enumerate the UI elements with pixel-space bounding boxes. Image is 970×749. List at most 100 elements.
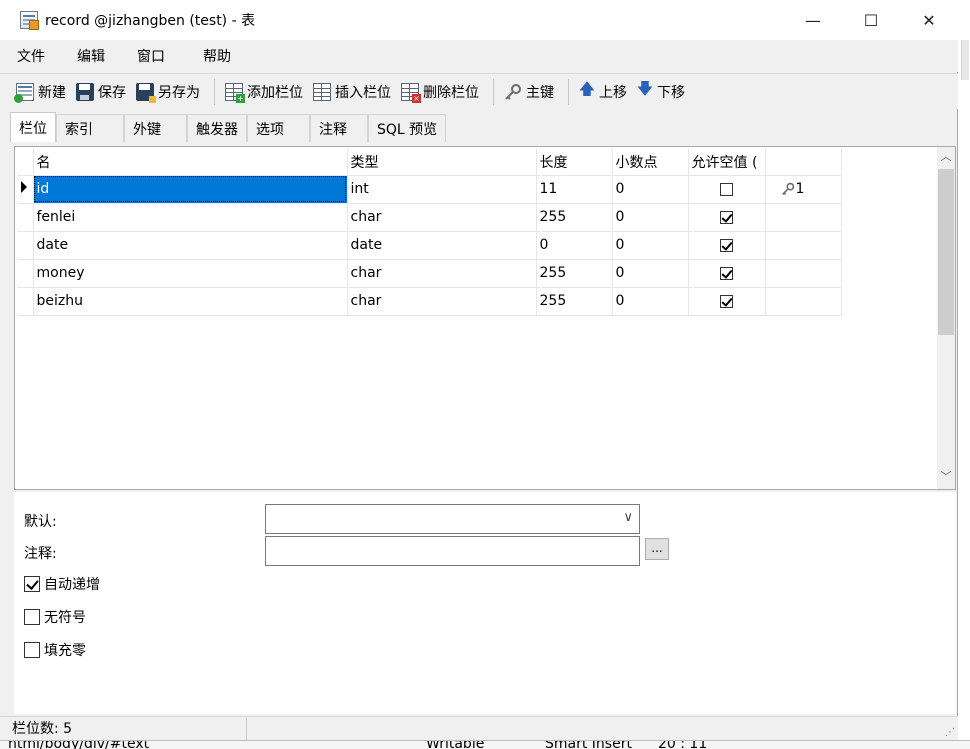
field-type-cell[interactable]: char: [347, 287, 537, 316]
field-type-cell[interactable]: char: [347, 203, 537, 232]
field-nullable-cell[interactable]: [688, 287, 766, 316]
tab-foreign-keys[interactable]: 外键: [124, 114, 187, 142]
minimize-button[interactable]: —: [784, 0, 842, 40]
field-length-cell[interactable]: 0: [536, 231, 613, 260]
default-value-select[interactable]: ∨: [265, 504, 640, 534]
chevron-down-icon: ∨: [623, 510, 633, 525]
row-selector[interactable]: [17, 175, 34, 204]
field-length-cell[interactable]: 255: [536, 287, 613, 316]
menu-window[interactable]: 窗口: [137, 46, 165, 66]
field-nullable-cell[interactable]: [688, 259, 766, 288]
column-header-length[interactable]: 长度: [536, 149, 613, 176]
table-row[interactable]: date date 0 0: [17, 231, 842, 260]
field-decimals-cell[interactable]: 0: [612, 203, 689, 232]
table-row[interactable]: beizhu char 255 0: [17, 287, 842, 316]
move-up-button[interactable]: 🡅 上移: [579, 77, 627, 107]
field-key-cell[interactable]: [765, 203, 842, 232]
column-header-name[interactable]: 名: [33, 149, 348, 176]
field-length-cell[interactable]: 255: [536, 259, 613, 288]
delete-column-icon: ×: [401, 82, 421, 103]
nullable-checkbox[interactable]: [720, 294, 733, 308]
unsigned-checkbox[interactable]: 无符号: [24, 607, 86, 627]
table-header-row: 名 类型 长度 小数点 允许空值 (: [17, 149, 842, 176]
new-button[interactable]: 新建: [14, 77, 66, 107]
row-selector[interactable]: [17, 287, 34, 316]
field-decimals-cell[interactable]: 0: [612, 175, 689, 204]
field-name-cell[interactable]: date: [33, 231, 348, 260]
tab-fields[interactable]: 栏位: [10, 112, 56, 142]
checkbox-box[interactable]: [24, 642, 40, 658]
field-nullable-cell[interactable]: [688, 175, 766, 204]
window-title: record @jizhangben (test) - 表: [45, 13, 256, 29]
field-key-cell[interactable]: [765, 231, 842, 260]
field-decimals-cell[interactable]: 0: [612, 231, 689, 260]
close-button[interactable]: ✕: [900, 0, 958, 40]
delete-column-button[interactable]: × 删除栏位: [401, 77, 479, 107]
auto-increment-checkbox[interactable]: 自动递增: [24, 574, 100, 594]
checkbox-box[interactable]: [24, 576, 40, 592]
toolbar-separator: [568, 78, 569, 105]
table-row[interactable]: id int 11 0 1: [17, 175, 842, 204]
table-designer-window: record @jizhangben (test) - 表 — ☐ ✕ 文件 编…: [0, 0, 958, 740]
field-type-cell[interactable]: char: [347, 259, 537, 288]
editor-path: html/body/div/#text: [8, 740, 150, 749]
menu-help[interactable]: 帮助: [203, 46, 231, 66]
nullable-checkbox[interactable]: [720, 210, 733, 224]
row-selector[interactable]: [17, 259, 34, 288]
primary-key-button[interactable]: 主键: [504, 77, 554, 107]
table-row[interactable]: fenlei char 255 0: [17, 203, 842, 232]
comment-edit-button[interactable]: ...: [645, 538, 669, 560]
checkbox-box[interactable]: [24, 609, 40, 625]
nullable-checkbox[interactable]: [720, 238, 733, 252]
field-key-cell[interactable]: [765, 287, 842, 316]
add-column-button[interactable]: + 添加栏位: [225, 77, 303, 107]
insert-column-icon: [313, 82, 331, 101]
tab-indexes[interactable]: 索引: [56, 114, 124, 142]
field-name-cell[interactable]: money: [33, 259, 348, 288]
save-button[interactable]: 保存: [76, 77, 126, 107]
field-length-cell[interactable]: 11: [536, 175, 613, 204]
field-nullable-cell[interactable]: [688, 203, 766, 232]
move-down-button[interactable]: 🡇 下移: [637, 77, 685, 107]
field-type-cell[interactable]: int: [347, 175, 537, 204]
field-name-cell[interactable]: fenlei: [33, 203, 348, 232]
field-decimals-cell[interactable]: 0: [612, 259, 689, 288]
save-as-button[interactable]: 另存为: [136, 77, 200, 107]
tab-comment[interactable]: 注释: [310, 114, 368, 142]
field-key-cell[interactable]: 1: [765, 175, 842, 204]
field-key-cell[interactable]: [765, 259, 842, 288]
field-decimals-cell[interactable]: 0: [612, 287, 689, 316]
field-name-cell[interactable]: beizhu: [33, 287, 348, 316]
menu-file[interactable]: 文件: [17, 46, 45, 66]
unsigned-label: 无符号: [44, 610, 86, 626]
field-nullable-cell[interactable]: [688, 231, 766, 260]
nullable-checkbox[interactable]: [720, 182, 733, 196]
tab-sql-preview[interactable]: SQL 预览: [368, 114, 447, 142]
maximize-button[interactable]: ☐: [842, 0, 900, 40]
table-row[interactable]: money char 255 0: [17, 259, 842, 288]
row-selector[interactable]: [17, 203, 34, 232]
field-length-cell[interactable]: 255: [536, 203, 613, 232]
scrollbar-thumb[interactable]: [938, 169, 954, 335]
tab-triggers[interactable]: 触发器: [187, 114, 247, 142]
column-header-nullable[interactable]: 允许空值 (: [688, 149, 766, 176]
grid-vertical-scrollbar[interactable]: ︿ ﹀: [937, 147, 955, 489]
column-header-type[interactable]: 类型: [347, 149, 537, 176]
field-name-cell[interactable]: id: [33, 175, 348, 204]
comment-input[interactable]: [265, 536, 640, 566]
field-type-cell[interactable]: date: [347, 231, 537, 260]
resize-grip-icon[interactable]: ⋰: [945, 727, 955, 738]
scroll-down-icon[interactable]: ﹀: [937, 467, 955, 485]
toolbar-separator: [493, 78, 494, 105]
scroll-up-icon[interactable]: ︿: [937, 147, 955, 165]
column-header-decimals[interactable]: 小数点: [612, 149, 689, 176]
menu-edit[interactable]: 编辑: [77, 46, 105, 66]
nullable-checkbox[interactable]: [720, 266, 733, 280]
zerofill-checkbox[interactable]: 填充零: [24, 640, 86, 660]
column-header-key[interactable]: [765, 149, 842, 176]
row-selector[interactable]: [17, 231, 34, 260]
menu-bar: 文件 编辑 窗口 帮助: [0, 40, 958, 72]
insert-column-button[interactable]: 插入栏位: [313, 77, 391, 107]
tab-options[interactable]: 选项: [247, 114, 310, 142]
key-order: 1: [795, 181, 805, 197]
